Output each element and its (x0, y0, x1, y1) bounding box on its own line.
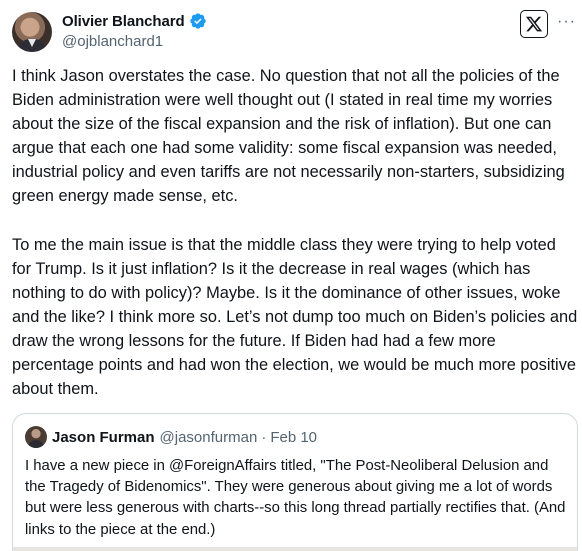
quoted-tweet-card[interactable]: Jason Furman @jasonfurman · Feb 10 I hav… (12, 413, 578, 551)
tweet-header: Olivier Blanchard @ojblanchard1 ··· (0, 0, 582, 60)
separator-dot: · (261, 428, 267, 446)
quoted-tweet-text: I have a new piece in @ForeignAffairs ti… (25, 458, 566, 538)
more-options-icon[interactable]: ··· (557, 14, 576, 30)
x-logo-icon[interactable] (520, 10, 548, 38)
author-display-name[interactable]: Olivier Blanchard (62, 13, 185, 30)
quoted-author-handle[interactable]: @jasonfurman (160, 429, 258, 446)
author-avatar[interactable] (12, 12, 52, 52)
quoted-author-name[interactable]: Jason Furman (52, 429, 155, 446)
tweet-paragraph-1: I think Jason overstates the case. No qu… (12, 67, 565, 206)
quoted-tweet-media-preview[interactable] (13, 547, 577, 551)
tweet-paragraph-2: To me the main issue is that the middle … (12, 235, 578, 399)
tweet-text: I think Jason overstates the case. No qu… (12, 64, 578, 401)
quoted-author-avatar[interactable] (25, 426, 47, 448)
verified-badge-icon (189, 12, 207, 30)
quoted-tweet-header: Jason Furman @jasonfurman · Feb 10 (25, 426, 317, 448)
quoted-tweet-date[interactable]: Feb 10 (270, 429, 317, 446)
author-handle[interactable]: @ojblanchard1 (62, 33, 163, 50)
author-name-row[interactable]: Olivier Blanchard (62, 11, 207, 31)
